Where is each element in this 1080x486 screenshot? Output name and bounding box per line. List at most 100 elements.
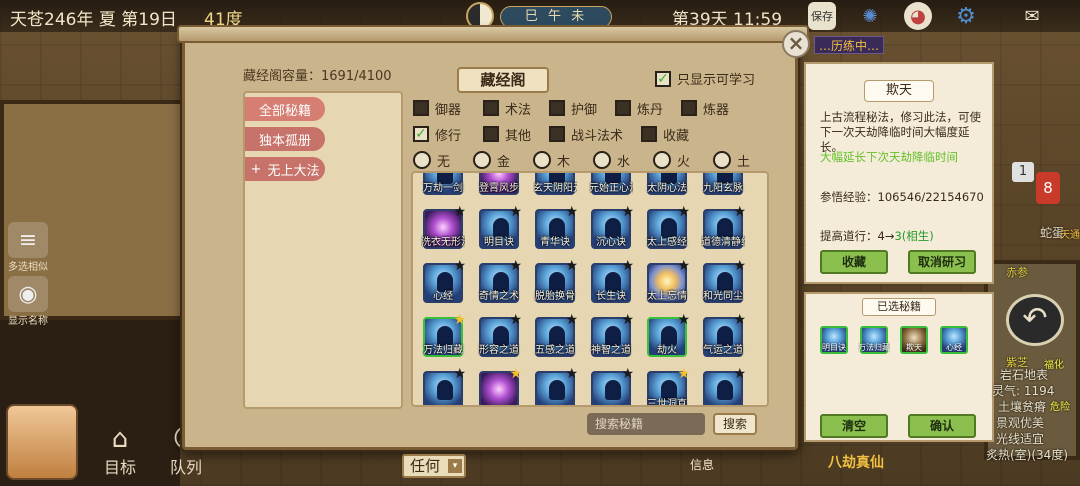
filter-shoucang[interactable]: 收藏 — [641, 125, 707, 144]
star-icon: ★ — [677, 204, 690, 220]
filter-huyu[interactable]: 护御 — [549, 99, 615, 118]
checkbox-icon[interactable] — [483, 126, 499, 142]
book-item[interactable]: ★ 洗衣无形流 — [421, 204, 466, 249]
tab-all-books[interactable]: 全部秘籍 — [245, 97, 325, 121]
book-name: 奇情之术 — [479, 291, 519, 302]
book-name: 太阴心法 — [647, 183, 687, 194]
selected-book[interactable]: 明目诀 — [820, 326, 848, 354]
checkbox-checked-icon[interactable]: ✓ — [655, 70, 671, 87]
checkbox-icon[interactable] — [413, 100, 429, 116]
radio-icon[interactable] — [473, 151, 491, 169]
element-label: 金 — [497, 154, 511, 170]
multi-select-button[interactable]: ≡ 多选相似 — [8, 222, 48, 273]
search-button[interactable]: 搜索 — [713, 413, 757, 435]
book-item[interactable]: 登霄风步 — [479, 173, 519, 195]
book-item[interactable]: ★ 太上忘情 — [647, 258, 690, 303]
book-item[interactable]: ★ 三世洞真 — [647, 366, 690, 405]
book-item[interactable]: 元始正心法 — [589, 173, 633, 195]
book-item[interactable]: ★ — [423, 366, 466, 405]
book-item[interactable]: 万劫一剑 — [423, 173, 463, 195]
star-icon: ★ — [509, 204, 522, 220]
confirm-button[interactable]: 确认 — [908, 414, 976, 438]
gear-icon[interactable]: ⚙ — [952, 2, 980, 30]
filter-lianqi[interactable]: 炼器 — [681, 99, 747, 118]
palette-icon[interactable]: ◕ — [904, 2, 932, 30]
book-item[interactable]: ★ 神智之道 — [591, 312, 634, 357]
multi-select-label: 多选相似 — [8, 262, 48, 273]
checkbox-icon[interactable] — [681, 100, 697, 116]
radio-icon[interactable] — [413, 151, 431, 169]
book-item[interactable]: ★ 心经 — [423, 258, 466, 303]
book-item[interactable]: ★ 万法归藏 — [423, 312, 466, 357]
checkbox-icon[interactable] — [641, 126, 657, 142]
checkbox-icon[interactable] — [549, 126, 565, 142]
radio-icon[interactable] — [593, 151, 611, 169]
search-input[interactable]: 搜索秘籍 — [587, 413, 705, 435]
info-label[interactable]: 信息 — [690, 456, 714, 473]
filter-shufa[interactable]: 术法 — [483, 99, 549, 118]
book-item[interactable]: ★ — [591, 366, 634, 405]
back-arrow-icon[interactable]: ↶ — [1006, 294, 1064, 346]
filter-liandan[interactable]: 炼丹 — [615, 99, 681, 118]
book-item[interactable]: ★ 青华诀 — [535, 204, 578, 249]
radio-icon[interactable] — [713, 151, 731, 169]
book-item[interactable]: ★ 道德清静经 — [701, 204, 746, 249]
collect-button[interactable]: 收藏 — [820, 250, 888, 274]
filter-qita[interactable]: 其他 — [483, 125, 549, 144]
clear-button[interactable]: 清空 — [820, 414, 888, 438]
selected-book[interactable]: 心经 — [940, 326, 968, 354]
cancel-study-button[interactable]: 取消研习 — [908, 250, 976, 274]
radio-icon[interactable] — [653, 151, 671, 169]
book-item[interactable]: ★ 沉心诀 — [591, 204, 634, 249]
filter-any-select[interactable]: 任何 ▾ — [402, 454, 466, 478]
only-learnable-toggle[interactable]: ✓ 只显示可学习 — [655, 69, 755, 88]
checkbox-checked-icon[interactable]: ✓ — [413, 126, 429, 142]
element-wood[interactable]: 木 — [533, 151, 593, 170]
book-item[interactable]: ★ 奇情之术 — [479, 258, 522, 303]
message-icon[interactable]: ✉ — [1018, 2, 1046, 30]
close-icon[interactable]: × — [782, 30, 810, 58]
book-item[interactable]: ★ 明目诀 — [479, 204, 522, 249]
spirit-icon[interactable]: ✺ — [856, 2, 884, 30]
book-item[interactable]: ★ 太上感经 — [647, 204, 690, 249]
book-item[interactable]: 九阳玄脉 — [703, 173, 743, 195]
book-name: 长生诀 — [596, 291, 626, 302]
element-none[interactable]: 无 — [413, 151, 473, 170]
book-item[interactable]: ★ — [479, 366, 522, 405]
selected-title: 已选秘籍 — [862, 298, 936, 316]
checkbox-icon[interactable] — [615, 100, 631, 116]
target-button[interactable]: ⌂ 目标 — [102, 424, 138, 478]
filter-zhandou[interactable]: 战斗法术 — [549, 125, 641, 144]
gourd-icon[interactable] — [6, 404, 78, 480]
book-item[interactable]: ★ — [535, 366, 578, 405]
filter-label: 护御 — [571, 102, 598, 118]
book-item[interactable]: 太阴心法 — [647, 173, 687, 195]
filter-xiuxing[interactable]: ✓ 修行 — [413, 125, 483, 144]
checkbox-icon[interactable] — [483, 100, 499, 116]
element-fire[interactable]: 火 — [653, 151, 713, 170]
selected-book[interactable]: 欺天 — [900, 326, 928, 354]
selected-book[interactable]: 万法归藏 — [858, 326, 890, 354]
show-names-button[interactable]: ◉ 显示名称 — [8, 276, 48, 327]
tab-unique-books[interactable]: 独本孤册 — [245, 127, 325, 151]
book-item[interactable]: 玄天阴阳元气 — [533, 173, 577, 195]
filter-yuqi[interactable]: 御器 — [413, 99, 483, 118]
book-item[interactable]: ★ 形容之道 — [479, 312, 522, 357]
book-item[interactable]: ★ 劫火 — [647, 312, 690, 357]
element-label: 水 — [617, 154, 631, 170]
save-icon[interactable]: 保存 — [808, 2, 836, 30]
book-item[interactable]: ★ 气运之道 — [703, 312, 746, 357]
star-icon: ★ — [677, 258, 690, 274]
radio-icon[interactable] — [533, 151, 551, 169]
book-item[interactable]: ★ 和光同尘 — [703, 258, 746, 303]
book-item[interactable]: ★ 长生诀 — [591, 258, 634, 303]
element-earth[interactable]: 土 — [713, 151, 773, 170]
checkbox-icon[interactable] — [549, 100, 565, 116]
element-water[interactable]: 水 — [593, 151, 653, 170]
element-metal[interactable]: 金 — [473, 151, 533, 170]
tab-supreme-arts[interactable]: + 无上大法 — [245, 157, 325, 181]
star-icon: ★ — [621, 366, 634, 382]
book-item[interactable]: ★ 五感之道 — [535, 312, 578, 357]
book-item[interactable]: ★ — [703, 366, 746, 405]
book-item[interactable]: ★ 脱胎换骨 — [535, 258, 578, 303]
